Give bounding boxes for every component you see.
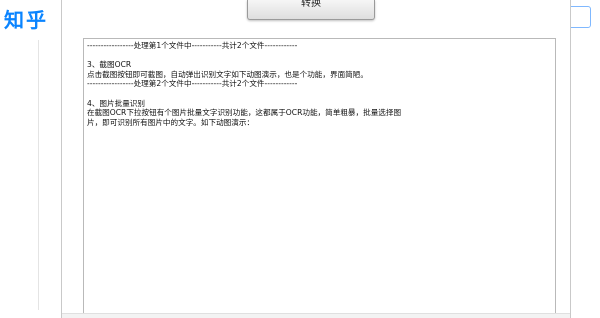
result-line: 片，即可识别所有图片中的文字。如下动图演示： [87,117,255,127]
result-line: 3、截图OCR [87,60,132,70]
ocr-dialog: 转换 -----------------处理第1个文件中-----------共… [61,0,571,318]
result-blank-line [87,89,552,99]
ocr-result-textarea[interactable]: -----------------处理第1个文件中-----------共计2个… [83,38,556,314]
result-line: 4、图片批量识别 [87,98,145,108]
background-sidebar [30,40,39,310]
result-blank-line [87,51,552,61]
dialog-bottom-edge [62,313,570,318]
convert-button[interactable]: 转换 [247,0,375,20]
result-line: -----------------处理第1个文件中-----------共计2个… [87,41,298,50]
result-line: -----------------处理第2个文件中-----------共计2个… [87,79,298,89]
zhihu-logo[interactable]: 知乎 [4,4,48,33]
result-line: 在截图OCR下拉按钮有个图片批量文字识别功能，这都属于OCR功能，简单粗暴，批量… [87,108,402,118]
result-line: 点击截图按钮即可截图，自动弹出识别文字如下动图演示，也是个功能，界面简陋。 [87,69,368,79]
